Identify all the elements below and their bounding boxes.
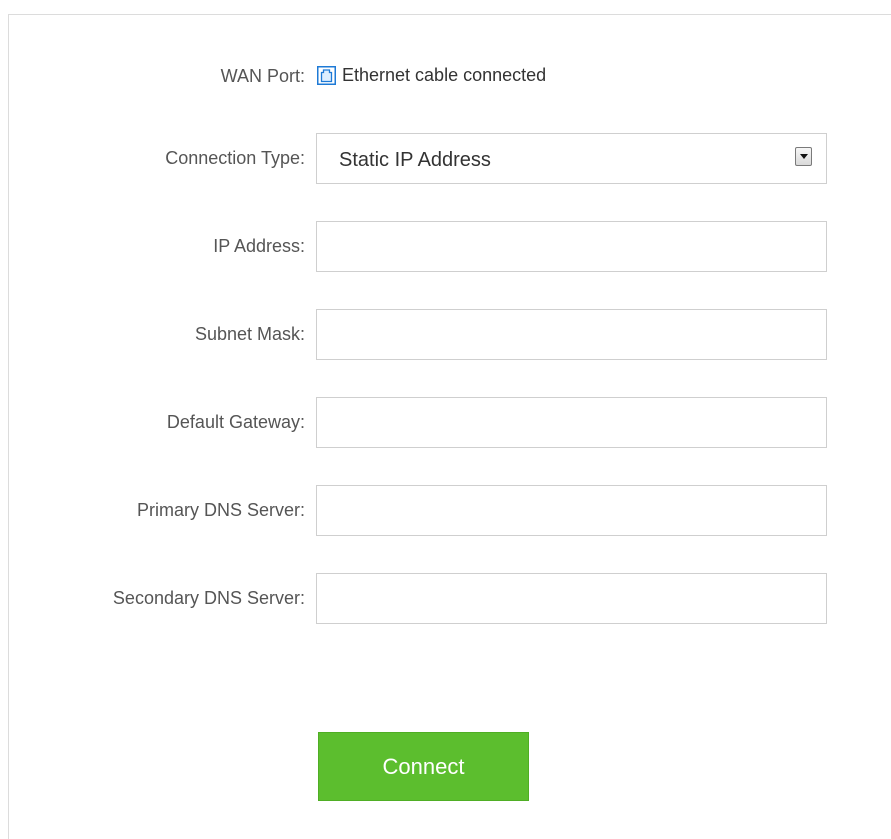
subnet-mask-label: Subnet Mask:	[194, 324, 305, 344]
primary-dns-label: Primary DNS Server:	[136, 500, 305, 520]
wan-port-label: WAN Port:	[220, 66, 305, 86]
subnet-mask-input[interactable]	[316, 309, 827, 360]
connect-button[interactable]: Connect	[318, 732, 529, 801]
connection-type-label: Connection Type:	[165, 148, 305, 168]
ethernet-port-icon	[317, 66, 336, 85]
default-gateway-label: Default Gateway:	[166, 412, 305, 432]
wan-settings-panel: WAN Port: Ethernet cable connected Conne…	[8, 14, 891, 839]
ip-address-label: IP Address:	[213, 236, 305, 256]
chevron-down-icon[interactable]	[795, 147, 812, 166]
primary-dns-input[interactable]	[316, 485, 827, 536]
secondary-dns-input[interactable]	[316, 573, 827, 624]
connection-type-select[interactable]: Static IP Address	[316, 133, 827, 184]
ip-address-input[interactable]	[316, 221, 827, 272]
default-gateway-input[interactable]	[316, 397, 827, 448]
wan-port-status: Ethernet cable connected	[317, 65, 546, 86]
wan-port-status-text: Ethernet cable connected	[342, 65, 547, 85]
connection-type-value: Static IP Address	[339, 149, 491, 171]
secondary-dns-label: Secondary DNS Server:	[112, 588, 305, 608]
